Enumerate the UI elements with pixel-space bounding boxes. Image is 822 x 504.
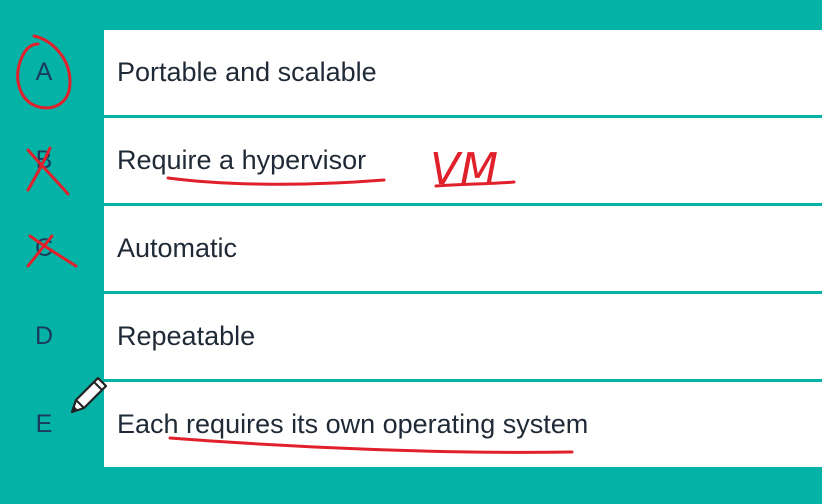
option-row-d: D Repeatable xyxy=(0,294,822,379)
option-letter-b: B xyxy=(35,146,53,174)
option-text-b: Require a hypervisor xyxy=(117,145,367,175)
pencil-icon xyxy=(70,376,108,414)
quiz-slide: A Portable and scalable B Require a hype… xyxy=(0,0,822,504)
option-text-a: Portable and scalable xyxy=(117,57,377,87)
option-cell-b: Require a hypervisor xyxy=(104,118,822,203)
option-letter-a: A xyxy=(35,58,53,86)
option-text-c: Automatic xyxy=(117,233,238,263)
option-cell-e: Each requires its own operating system xyxy=(104,382,822,467)
option-row-a: A Portable and scalable xyxy=(0,30,822,115)
option-text-d: Repeatable xyxy=(117,321,256,351)
option-row-c: C Automatic xyxy=(0,206,822,291)
option-letter-d: D xyxy=(34,322,54,350)
option-row-e: E Each requires its own operating system xyxy=(0,382,822,467)
option-text-e: Each requires its own operating system xyxy=(117,409,589,439)
option-letter-c: C xyxy=(34,234,54,262)
option-cell-c: Automatic xyxy=(104,206,822,291)
option-cell-d: Repeatable xyxy=(104,294,822,379)
option-cell-a: Portable and scalable xyxy=(104,30,822,115)
option-row-b: B Require a hypervisor xyxy=(0,118,822,203)
